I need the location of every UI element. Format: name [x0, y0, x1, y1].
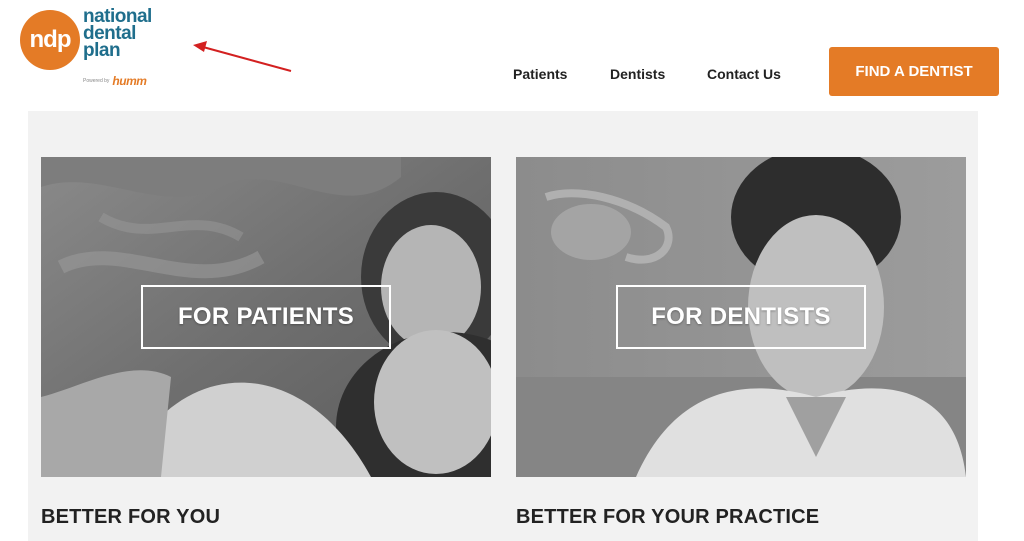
for-dentists-label[interactable]: FOR DENTISTS: [616, 285, 866, 349]
dentists-tagline: BETTER FOR YOUR PRACTICE: [516, 506, 820, 528]
nav-contact-us[interactable]: Contact Us: [707, 66, 781, 82]
logo-line-3: plan: [83, 40, 121, 61]
find-a-dentist-button[interactable]: FIND A DENTIST: [829, 47, 999, 96]
logo-monogram: ndp: [20, 10, 80, 70]
main-panel: FOR PATIENTS FOR DENTISTS BETTER FOR YOU…: [28, 111, 978, 541]
brand-logo[interactable]: ndp national dental plan Powered by humm: [20, 7, 180, 92]
powered-by: Powered by humm: [83, 74, 147, 88]
partner-logo: humm: [112, 74, 147, 88]
patients-tagline: BETTER FOR YOU: [41, 506, 221, 528]
powered-by-text: Powered by: [83, 78, 110, 84]
logo-wordmark: national dental plan: [83, 7, 152, 61]
nav-dentists[interactable]: Dentists: [610, 66, 665, 82]
nav-patients[interactable]: Patients: [513, 66, 567, 82]
for-patients-label[interactable]: FOR PATIENTS: [141, 285, 391, 349]
patients-card[interactable]: FOR PATIENTS: [41, 157, 491, 477]
dentists-card[interactable]: FOR DENTISTS: [516, 157, 966, 477]
